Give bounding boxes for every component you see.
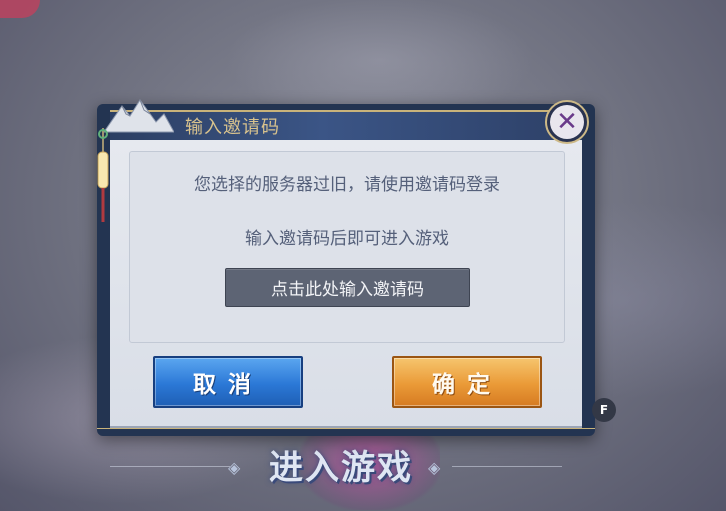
invite-code-input[interactable]: 点击此处输入邀请码: [225, 268, 470, 307]
dialog-title: 输入邀请码: [185, 117, 280, 138]
background-title-line-right: [452, 466, 562, 467]
enter-game-title: 进入游戏: [269, 448, 413, 488]
cancel-button[interactable]: 取消: [153, 356, 303, 408]
mountain-ornament-icon: [104, 99, 174, 133]
hotkey-badge: F: [592, 398, 616, 422]
frame-trim: [97, 428, 595, 435]
close-icon: ✕: [550, 105, 584, 139]
confirm-button[interactable]: 确定: [392, 356, 542, 408]
background-title-line-left: [110, 466, 230, 467]
close-button[interactable]: ✕: [545, 100, 589, 144]
message-text: 您选择的服务器过旧，请使用邀请码登录: [194, 175, 500, 195]
message-subtext: 输入邀请码后即可进入游戏: [245, 229, 449, 249]
lantern-ornament-icon: [97, 128, 109, 222]
invite-dialog-header: [110, 110, 582, 142]
